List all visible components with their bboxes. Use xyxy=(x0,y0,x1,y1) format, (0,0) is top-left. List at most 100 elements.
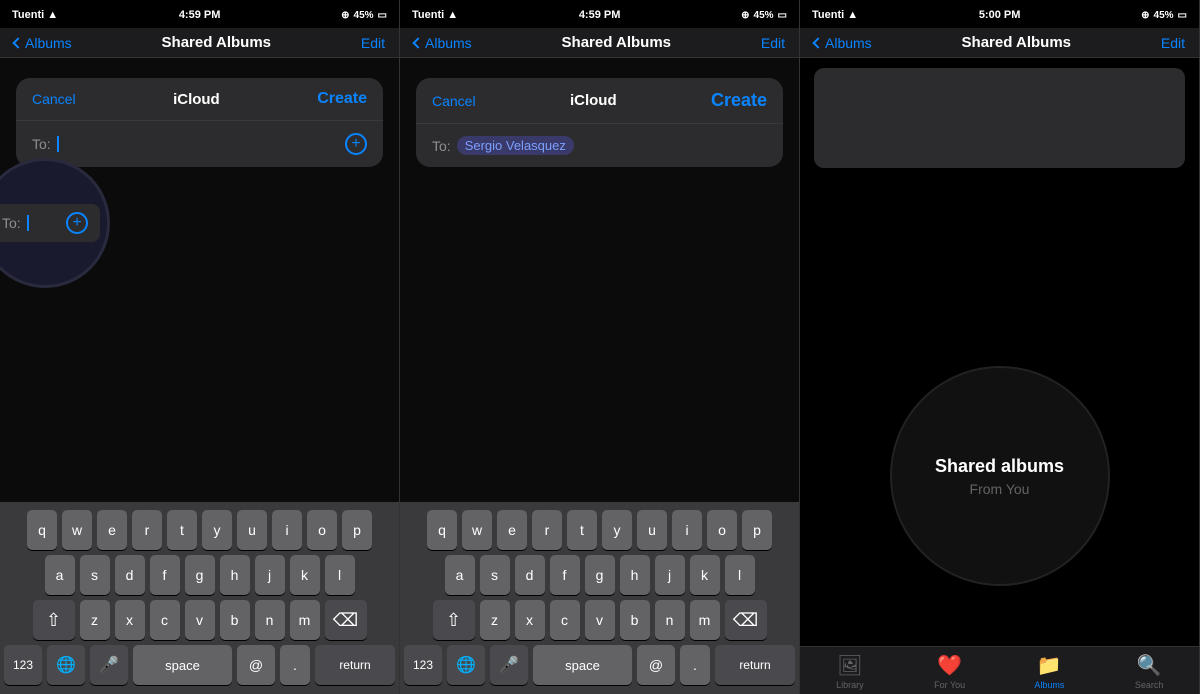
tab-albums-3[interactable]: 📁 Albums xyxy=(1000,653,1100,690)
key-shift-1[interactable]: ⇧ xyxy=(33,600,75,640)
edit-button-2[interactable]: Edit xyxy=(761,35,785,51)
key-o-2[interactable]: o xyxy=(707,510,737,550)
key-u-2[interactable]: u xyxy=(637,510,667,550)
key-delete-2[interactable]: ⌫ xyxy=(725,600,767,640)
back-button-1[interactable]: Albums xyxy=(14,35,72,51)
key-k-1[interactable]: k xyxy=(290,555,320,595)
foryou-label-3: For You xyxy=(934,680,965,690)
key-space-1[interactable]: space xyxy=(133,645,232,685)
key-p-1[interactable]: p xyxy=(342,510,372,550)
edit-button-1[interactable]: Edit xyxy=(361,35,385,51)
key-j-1[interactable]: j xyxy=(255,555,285,595)
to-field-1: To: + xyxy=(32,133,367,155)
key-shift-2[interactable]: ⇧ xyxy=(433,600,475,640)
modal-header-2: Cancel iCloud Create xyxy=(416,78,783,124)
key-q-1[interactable]: q xyxy=(27,510,57,550)
carrier-1: Tuenti xyxy=(12,9,44,21)
key-c-2[interactable]: c xyxy=(550,600,580,640)
key-b-2[interactable]: b xyxy=(620,600,650,640)
cancel-button-1[interactable]: Cancel xyxy=(32,91,76,107)
key-mic-1[interactable]: 🎤 xyxy=(90,645,128,685)
key-d-2[interactable]: d xyxy=(515,555,545,595)
edit-button-3[interactable]: Edit xyxy=(1161,35,1185,51)
key-z-1[interactable]: z xyxy=(80,600,110,640)
key-m-2[interactable]: m xyxy=(690,600,720,640)
key-a-2[interactable]: a xyxy=(445,555,475,595)
key-dot-2[interactable]: . xyxy=(680,645,710,685)
key-n-1[interactable]: n xyxy=(255,600,285,640)
key-e-2[interactable]: e xyxy=(497,510,527,550)
key-m-1[interactable]: m xyxy=(290,600,320,640)
key-dot-1[interactable]: . xyxy=(280,645,310,685)
key-mic-2[interactable]: 🎤 xyxy=(490,645,528,685)
carrier-3: Tuenti xyxy=(812,9,844,21)
key-i-2[interactable]: i xyxy=(672,510,702,550)
tab-search-3[interactable]: 🔍 Search xyxy=(1099,653,1199,690)
key-emoji-2[interactable]: 🌐 xyxy=(447,645,485,685)
time-3: 5:00 PM xyxy=(979,9,1021,21)
key-v-1[interactable]: v xyxy=(185,600,215,640)
keyboard-row-a-2: a s d f g h j k l xyxy=(404,555,795,595)
key-numbers-2[interactable]: 123 xyxy=(404,645,442,685)
key-n-2[interactable]: n xyxy=(655,600,685,640)
back-button-2[interactable]: Albums xyxy=(414,35,472,51)
to-label-1: To: xyxy=(32,136,51,152)
key-space-2[interactable]: space xyxy=(533,645,632,685)
back-button-3[interactable]: Albums xyxy=(814,35,872,51)
key-numbers-1[interactable]: 123 xyxy=(4,645,42,685)
location-icon-2: ⊕ xyxy=(741,10,749,21)
key-l-1[interactable]: l xyxy=(325,555,355,595)
key-l-2[interactable]: l xyxy=(725,555,755,595)
key-k-2[interactable]: k xyxy=(690,555,720,595)
to-field-2: To: Sergio Velasquez xyxy=(432,136,767,155)
key-x-1[interactable]: x xyxy=(115,600,145,640)
key-o-1[interactable]: o xyxy=(307,510,337,550)
key-f-1[interactable]: f xyxy=(150,555,180,595)
key-h-1[interactable]: h xyxy=(220,555,250,595)
key-at-1[interactable]: @ xyxy=(237,645,275,685)
key-p-2[interactable]: p xyxy=(742,510,772,550)
key-d-1[interactable]: d xyxy=(115,555,145,595)
key-s-2[interactable]: s xyxy=(480,555,510,595)
key-e-1[interactable]: e xyxy=(97,510,127,550)
status-left-3: Tuenti ▲ xyxy=(812,9,858,21)
cancel-button-2[interactable]: Cancel xyxy=(432,93,476,109)
key-return-1[interactable]: return xyxy=(315,645,395,685)
create-button-1[interactable]: Create xyxy=(317,90,367,108)
key-q-2[interactable]: q xyxy=(427,510,457,550)
key-v-2[interactable]: v xyxy=(585,600,615,640)
plus-circle-1[interactable]: + xyxy=(66,212,88,234)
key-t-1[interactable]: t xyxy=(167,510,197,550)
key-at-2[interactable]: @ xyxy=(637,645,675,685)
key-g-1[interactable]: g xyxy=(185,555,215,595)
key-emoji-1[interactable]: 🌐 xyxy=(47,645,85,685)
plus-button-1[interactable]: + xyxy=(345,133,367,155)
create-button-2[interactable]: Create xyxy=(711,90,767,111)
tab-library-3[interactable]: 🖼 Library xyxy=(800,653,900,690)
key-r-1[interactable]: r xyxy=(132,510,162,550)
tab-foryou-3[interactable]: ❤️ For You xyxy=(900,653,1000,690)
key-b-1[interactable]: b xyxy=(220,600,250,640)
battery-1: 45% xyxy=(354,10,374,21)
key-x-2[interactable]: x xyxy=(515,600,545,640)
key-f-2[interactable]: f xyxy=(550,555,580,595)
key-z-2[interactable]: z xyxy=(480,600,510,640)
key-delete-1[interactable]: ⌫ xyxy=(325,600,367,640)
key-r-2[interactable]: r xyxy=(532,510,562,550)
key-c-1[interactable]: c xyxy=(150,600,180,640)
key-t-2[interactable]: t xyxy=(567,510,597,550)
key-g-2[interactable]: g xyxy=(585,555,615,595)
key-i-1[interactable]: i xyxy=(272,510,302,550)
key-u-1[interactable]: u xyxy=(237,510,267,550)
key-y-2[interactable]: y xyxy=(602,510,632,550)
key-w-2[interactable]: w xyxy=(462,510,492,550)
status-right-2: ⊕ 45% ▭ xyxy=(741,10,787,21)
key-s-1[interactable]: s xyxy=(80,555,110,595)
key-return-2[interactable]: return xyxy=(715,645,795,685)
key-j-2[interactable]: j xyxy=(655,555,685,595)
key-a-1[interactable]: a xyxy=(45,555,75,595)
key-w-1[interactable]: w xyxy=(62,510,92,550)
key-h-2[interactable]: h xyxy=(620,555,650,595)
nav-title-2: Shared Albums xyxy=(562,34,671,51)
key-y-1[interactable]: y xyxy=(202,510,232,550)
